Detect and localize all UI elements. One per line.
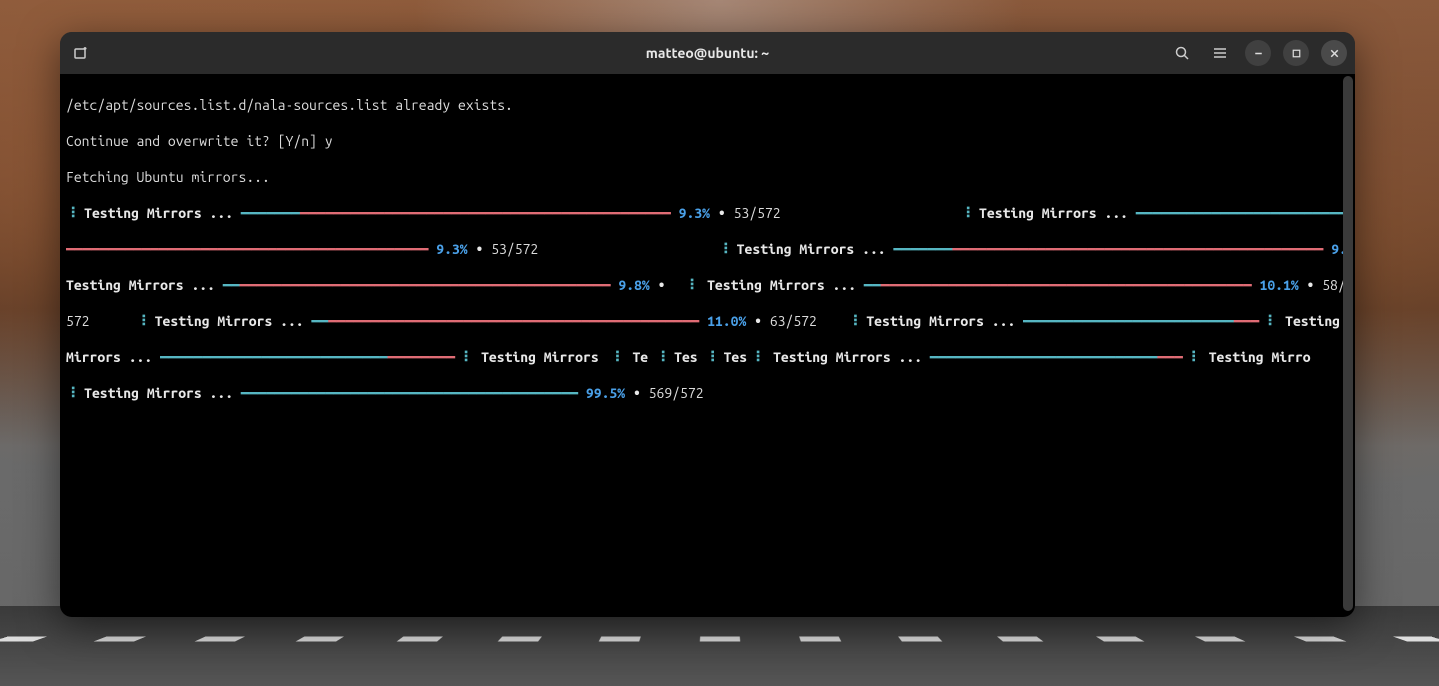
output-line: ⠸ Testing Mirrors ... ━━━━━━━━━━━━━━━━━━… xyxy=(66,204,1349,222)
output-line: 572 ⠸ Testing Mirrors ... ━━━━━━━━━━━━━━… xyxy=(66,312,1349,330)
output-line: ━━━━━━━━━━━━━━━━━━━━━━━━━━━━━━━━━━━━━━━━… xyxy=(66,240,1349,258)
close-button[interactable] xyxy=(1321,40,1347,66)
terminal-scrollbar[interactable] xyxy=(1343,76,1353,611)
output-line: Continue and overwrite it? [Y/n] y xyxy=(66,132,1349,150)
scrollbar-thumb[interactable] xyxy=(1343,76,1353,611)
output-line: Testing Mirrors ... ━━━━━━━━━━━━━━━━━━━━… xyxy=(66,276,1349,294)
terminal-output[interactable]: /etc/apt/sources.list.d/nala-sources.lis… xyxy=(60,74,1355,617)
search-icon[interactable] xyxy=(1169,40,1195,66)
terminal-window: matteo@ubuntu: ~ xyxy=(60,32,1355,617)
window-titlebar[interactable]: matteo@ubuntu: ~ xyxy=(60,32,1355,74)
output-line: ⠸ Testing Mirrors ... ━━━━━━━━━━━━━━━━━━… xyxy=(66,384,1349,402)
output-line: /etc/apt/sources.list.d/nala-sources.lis… xyxy=(66,96,1349,114)
window-title: matteo@ubuntu: ~ xyxy=(268,45,1147,61)
wallpaper-road xyxy=(0,606,1439,686)
maximize-button[interactable] xyxy=(1283,40,1309,66)
hamburger-menu-icon[interactable] xyxy=(1207,40,1233,66)
output-line: Mirrors ... ━━━━━━━━━━━━━━━━━━━━━━━━━━━━… xyxy=(66,348,1349,366)
output-line: Fetching Ubuntu mirrors... xyxy=(66,168,1349,186)
new-tab-button[interactable] xyxy=(68,40,94,66)
minimize-button[interactable] xyxy=(1245,40,1271,66)
